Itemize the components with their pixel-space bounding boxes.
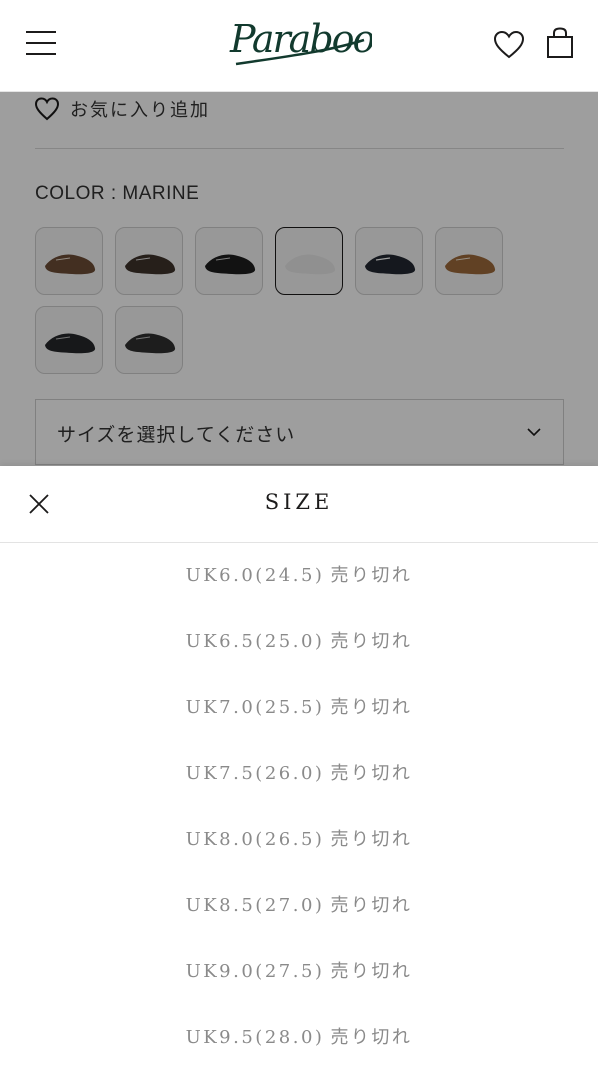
size-code: UK9.0(27.5) <box>185 961 325 982</box>
size-sheet: SIZE UK6.0(24.5) 売り切れ UK6.5(25.0) 売り切れ UK7… <box>0 466 598 1080</box>
logo-graphic: Paraboot <box>229 17 391 66</box>
sold-out-label: 売り切れ <box>330 961 413 982</box>
brand-logo[interactable]: Paraboot <box>226 10 391 74</box>
size-option-uk7-0[interactable]: UK7.0(25.5) 売り切れ <box>0 675 598 741</box>
shopping-bag-icon[interactable] <box>546 27 574 59</box>
sold-out-label: 売り切れ <box>330 1027 413 1048</box>
size-option-uk8-0[interactable]: UK8.0(26.5) 売り切れ <box>0 807 598 873</box>
size-sheet-title: SIZE <box>264 490 334 514</box>
sold-out-label: 売り切れ <box>330 565 413 586</box>
sold-out-label: 売り切れ <box>330 763 413 784</box>
size-option-uk9-0[interactable]: UK9.0(27.5) 売り切れ <box>0 939 598 1005</box>
size-code: UK7.5(26.0) <box>185 763 325 784</box>
size-code: UK7.0(25.5) <box>185 697 325 718</box>
sold-out-label: 売り切れ <box>330 697 413 718</box>
menu-icon[interactable] <box>26 31 56 55</box>
size-option-uk6-0[interactable]: UK6.0(24.5) 売り切れ <box>0 543 598 609</box>
size-option-uk7-5[interactable]: UK7.5(26.0) 売り切れ <box>0 741 598 807</box>
size-code: UK6.0(24.5) <box>185 565 325 586</box>
size-sheet-header: SIZE <box>0 466 598 543</box>
sold-out-label: 売り切れ <box>330 631 413 652</box>
size-option-uk9-5[interactable]: UK9.5(28.0) 売り切れ <box>0 1005 598 1071</box>
size-code: UK9.5(28.0) <box>185 1027 325 1048</box>
size-code: UK8.5(27.0) <box>185 895 325 916</box>
size-option-uk8-5[interactable]: UK8.5(27.0) 売り切れ <box>0 873 598 939</box>
size-code: UK8.0(26.5) <box>185 829 325 850</box>
size-code: UK6.5(25.0) <box>185 631 325 652</box>
sold-out-label: 売り切れ <box>330 895 413 916</box>
wishlist-heart-icon[interactable] <box>493 30 525 60</box>
sold-out-label: 売り切れ <box>330 829 413 850</box>
size-option-uk6-5[interactable]: UK6.5(25.0) 売り切れ <box>0 609 598 675</box>
site-header: Paraboot <box>0 0 598 92</box>
